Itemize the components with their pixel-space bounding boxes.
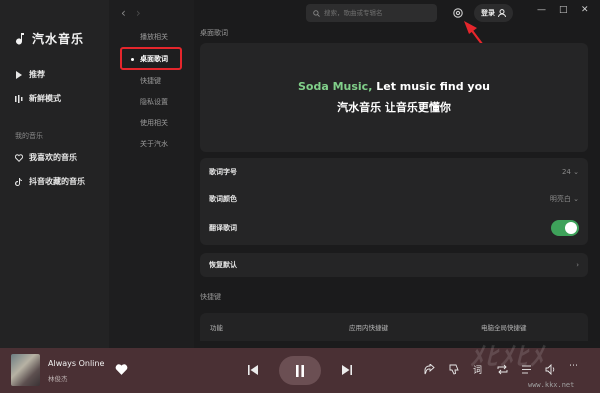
user-icon [498,9,506,17]
translate-lyrics-toggle[interactable] [551,220,579,236]
app-window: 汽水音乐 推荐 新鲜模式 我的音乐 我喜欢的音乐 抖音收藏的音乐 播放相关 桌面… [0,0,600,393]
reset-default-row[interactable]: 恢复默认 › [209,257,579,273]
pause-icon [296,364,304,377]
desktop-lyrics-section-title: 桌面歌词 [200,29,228,37]
chevron-down-icon: ⌄ [573,195,579,203]
artist-name[interactable]: 林俊杰 [48,373,68,383]
sidebar-item-recommend[interactable]: 推荐 [15,69,45,80]
watermark-url: www.kkx.net [528,381,575,389]
lyrics-preview-accent: Soda Music, [297,80,373,93]
column-function: 功能 [210,324,223,332]
lyrics-preview-english: Soda Music, Let music find you [200,80,588,93]
dislike-icon[interactable] [449,364,460,375]
back-arrow-icon[interactable]: ‹ [121,6,126,20]
translate-lyrics-label: 翻译歌词 [209,224,237,232]
shortcuts-section-title: 快捷键 [200,293,221,301]
logo-icon [16,32,24,44]
lyrics-preview-rest: Let music find you [372,80,490,93]
chevron-down-icon: ⌄ [573,168,579,176]
heart-icon [15,153,23,162]
sidebar-item-label: 新鲜模式 [29,94,61,103]
lyrics-color-row[interactable]: 歌词颜色 明亮白 ⌄ [209,191,579,207]
lyrics-preview-chinese: 汽水音乐 让音乐更懂你 [337,101,451,114]
play-icon [16,70,22,79]
sidebar-item-fresh-mode[interactable]: 新鲜模式 [15,93,61,104]
search-icon [313,9,320,17]
my-music-section-title: 我的音乐 [15,132,43,140]
search-box[interactable] [306,4,437,22]
settings-item-about[interactable]: 关于汽水 [140,139,168,149]
previous-track-icon[interactable] [248,365,258,375]
settings-item-playback[interactable]: 播放相关 [140,32,168,42]
maximize-button[interactable]: □ [559,5,568,15]
next-track-icon[interactable] [342,365,352,375]
toggle-knob [565,222,577,234]
column-in-app: 应用内快捷键 [349,324,388,332]
column-global: 电脑全局快捷键 [481,324,527,332]
lyrics-color-label: 歌词颜色 [209,195,237,203]
sidebar-item-label: 抖音收藏的音乐 [29,177,85,186]
search-input[interactable] [324,9,434,17]
lyrics-options-card: 歌词字号 24 ⌄ 歌词颜色 明亮白 ⌄ 翻译歌词 [200,158,588,245]
album-cover[interactable] [11,354,40,386]
minimize-button[interactable]: — [537,5,546,15]
close-button[interactable]: ✕ [581,5,589,15]
sidebar-item-label: 我喜欢的音乐 [29,153,77,162]
more-icon[interactable]: ⋯ [569,361,578,371]
reset-default-card[interactable]: 恢复默认 › [200,253,588,277]
login-label: 登录 [481,9,495,17]
settings-item-shortcuts[interactable]: 快捷键 [140,76,161,86]
sidebar: 汽水音乐 推荐 新鲜模式 我的音乐 我喜欢的音乐 抖音收藏的音乐 [0,0,109,348]
history-navigation: ‹ › [121,6,141,20]
translate-lyrics-row: 翻译歌词 [209,220,579,236]
share-icon[interactable] [424,364,435,375]
sidebar-item-douyin-music[interactable]: 抖音收藏的音乐 [15,176,85,187]
play-pause-button[interactable] [279,356,321,385]
sidebar-item-label: 推荐 [29,70,45,79]
sidebar-item-liked-music[interactable]: 我喜欢的音乐 [15,152,77,163]
app-title: 汽水音乐 [32,32,85,46]
font-size-select[interactable]: 24 ⌄ [562,168,579,176]
volume-icon[interactable] [545,364,556,375]
lyrics-color-value: 明亮白 [549,195,571,203]
bars-icon [15,94,23,103]
reset-default-label: 恢复默认 [209,261,237,269]
settings-item-usage[interactable]: 使用相关 [140,118,168,128]
highlight-annotation-box [120,47,182,70]
gear-icon[interactable] [452,7,464,19]
font-size-label: 歌词字号 [209,168,237,176]
font-size-value: 24 [561,168,571,176]
app-logo: 汽水音乐 [14,30,84,47]
chevron-right-icon: › [576,261,579,269]
lyrics-preview-panel: Soda Music, Let music find you 汽水音乐 让音乐更… [200,43,588,152]
lyrics-color-select[interactable]: 明亮白 ⌄ [550,194,579,204]
song-title[interactable]: Always Online [48,359,104,368]
font-size-row[interactable]: 歌词字号 24 ⌄ [209,164,579,180]
like-heart-icon[interactable] [115,363,128,376]
watermark-logo: ﾒﾋﾒﾋﾒ [470,342,546,372]
settings-item-privacy[interactable]: 隐私设置 [140,97,168,107]
forward-arrow-icon[interactable]: › [136,6,141,20]
tiktok-icon [15,177,22,186]
